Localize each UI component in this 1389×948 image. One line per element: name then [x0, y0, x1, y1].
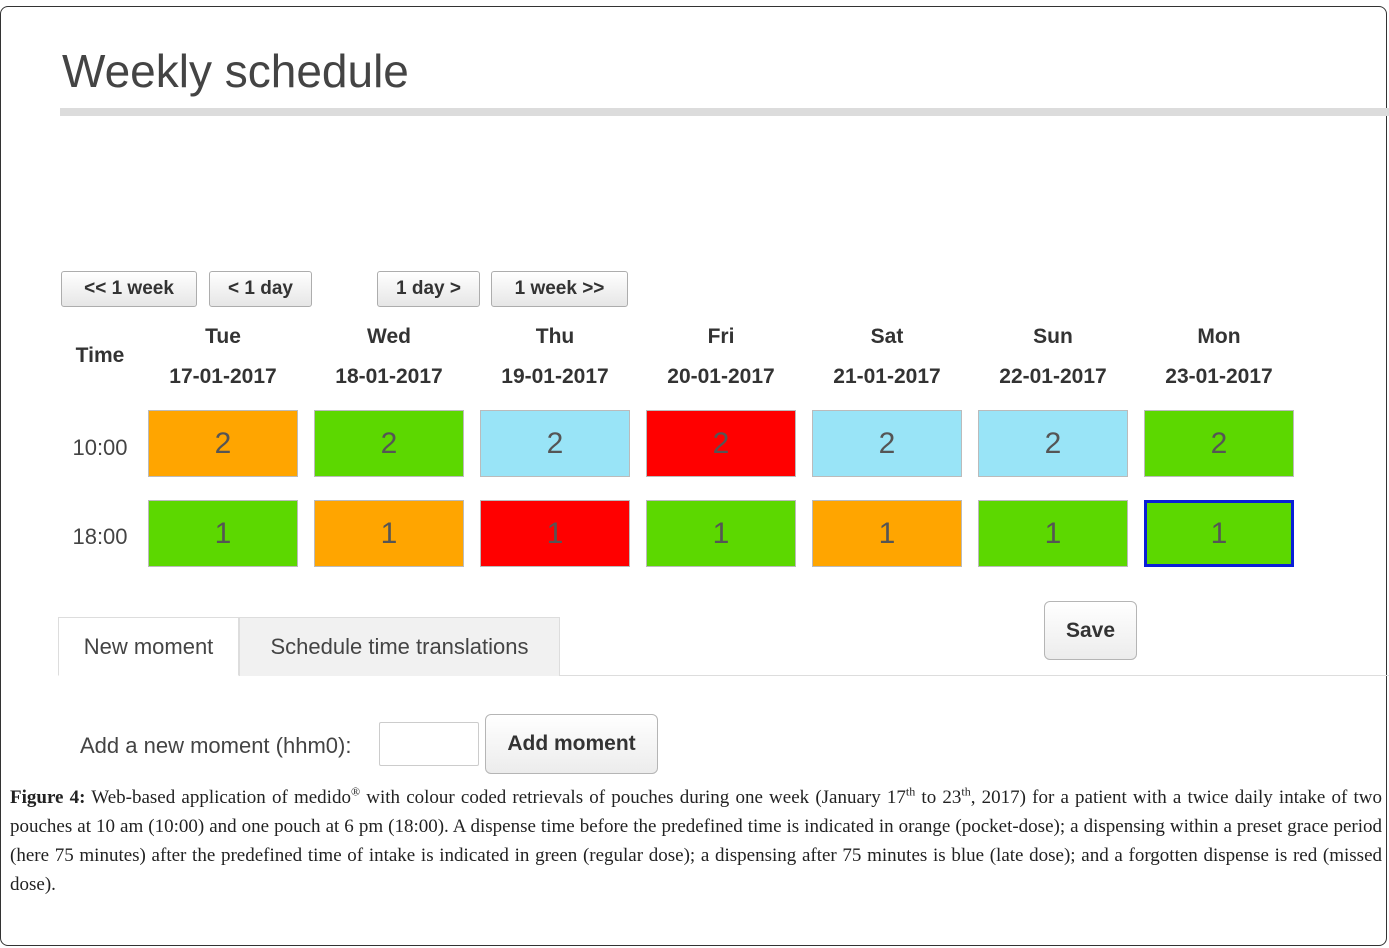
ordinal-suffix: th	[905, 784, 916, 799]
day-date: 20-01-2017	[667, 365, 775, 388]
schedule-cell[interactable]: 1	[978, 500, 1128, 567]
day-date: 22-01-2017	[999, 365, 1107, 388]
schedule-cell[interactable]: 1	[480, 500, 630, 567]
tab-new-moment[interactable]: New moment	[58, 617, 239, 676]
schedule-cell[interactable]: 1	[314, 500, 464, 567]
registered-mark: ®	[350, 784, 361, 799]
forward-one-day-button[interactable]: 1 day >	[377, 271, 480, 307]
page-title: Weekly schedule	[62, 45, 409, 97]
back-one-day-button[interactable]: < 1 day	[209, 271, 312, 307]
day-date: 19-01-2017	[501, 365, 609, 388]
caption-text: to 23	[915, 787, 962, 808]
row-time-label: 10:00	[72, 435, 128, 460]
day-date: 18-01-2017	[335, 365, 443, 388]
schedule-cell[interactable]: 2	[646, 410, 796, 477]
day-name: Sun	[1033, 325, 1073, 348]
schedule-cell[interactable]: 1	[148, 500, 298, 567]
tab-schedule-time-translations[interactable]: Schedule time translations	[239, 617, 560, 676]
schedule-cell[interactable]: 2	[148, 410, 298, 477]
schedule-cell[interactable]: 1	[1144, 500, 1294, 567]
figure-caption: Figure 4: Web-based application of medid…	[10, 783, 1382, 899]
day-name: Thu	[535, 325, 575, 348]
title-divider	[60, 108, 1389, 116]
schedule-cell[interactable]: 2	[314, 410, 464, 477]
schedule-cell[interactable]: 2	[978, 410, 1128, 477]
day-name: Mon	[1197, 325, 1241, 348]
add-moment-button[interactable]: Add moment	[485, 714, 658, 774]
schedule-cell[interactable]: 1	[812, 500, 962, 567]
back-one-week-button[interactable]: << 1 week	[61, 271, 197, 307]
day-date: 23-01-2017	[1165, 365, 1273, 388]
caption-lead: Figure 4:	[10, 787, 86, 808]
day-name: Wed	[367, 325, 411, 348]
time-column-header: Time	[75, 344, 125, 367]
schedule-cell[interactable]: 1	[646, 500, 796, 567]
schedule-cell[interactable]: 2	[812, 410, 962, 477]
moment-time-input[interactable]	[379, 722, 479, 766]
save-button[interactable]: Save	[1044, 601, 1137, 660]
day-date: 21-01-2017	[833, 365, 941, 388]
day-name: Sat	[870, 325, 904, 348]
add-moment-label: Add a new moment (hhm0):	[80, 733, 352, 758]
row-time-label: 18:00	[72, 524, 128, 549]
ordinal-suffix: th	[961, 784, 971, 799]
day-date: 17-01-2017	[169, 365, 277, 388]
day-name: Tue	[205, 325, 241, 348]
schedule-cell[interactable]: 2	[480, 410, 630, 477]
caption-text: with colour coded retrievals of pouches …	[360, 787, 906, 808]
forward-one-week-button[interactable]: 1 week >>	[491, 271, 628, 307]
caption-text: Web-based application of medido	[85, 787, 351, 808]
schedule-cell[interactable]: 2	[1144, 410, 1294, 477]
day-name: Fri	[707, 325, 735, 348]
